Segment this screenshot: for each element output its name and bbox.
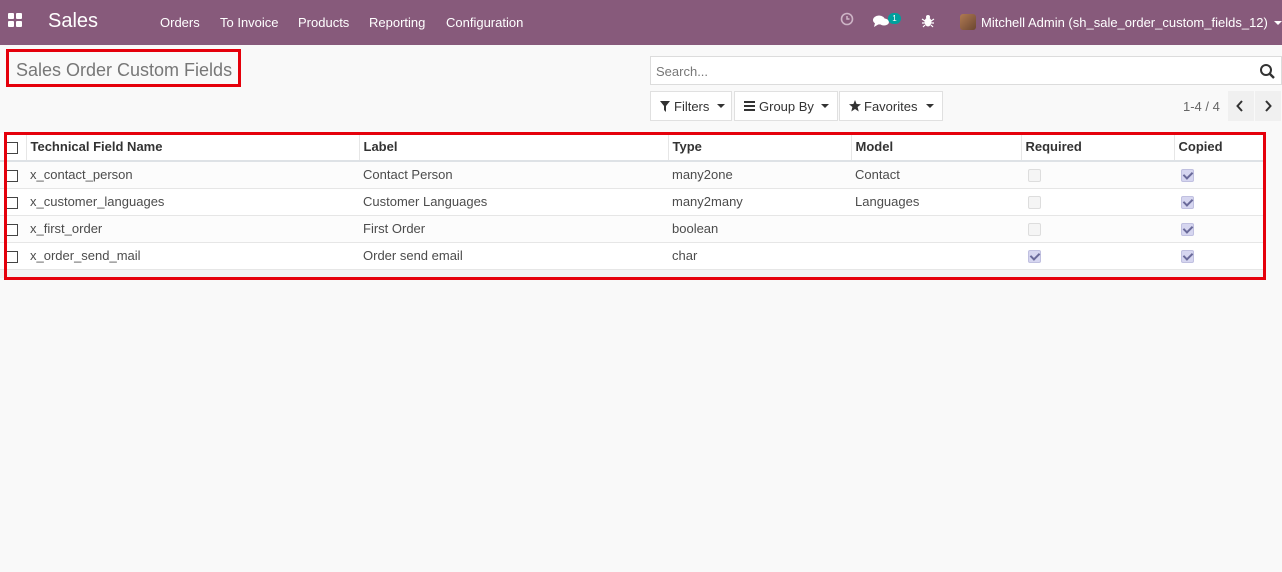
pager-previous-button[interactable] (1228, 91, 1254, 121)
group-by-label: Group By (759, 99, 814, 114)
chat-icon[interactable] (873, 14, 889, 31)
apps-icon[interactable] (8, 13, 24, 29)
group-by-caret-icon (821, 104, 829, 108)
chevron-right-icon (1265, 100, 1272, 112)
filters-label: Filters (674, 99, 710, 114)
menu-orders[interactable]: Orders (160, 15, 200, 30)
pager-next-button[interactable] (1255, 91, 1281, 121)
search-box (650, 56, 1282, 85)
filter-icon (660, 101, 670, 112)
filters-caret-icon (717, 104, 725, 108)
list-icon (744, 101, 755, 111)
favorites-label: Favorites (864, 99, 918, 114)
search-input[interactable] (656, 61, 1246, 81)
filters-button[interactable]: Filters (650, 91, 732, 121)
pager-value[interactable]: 1-4 / 4 (1183, 99, 1220, 114)
top-navbar: Sales Orders To Invoice Products Reporti… (0, 0, 1282, 45)
group-by-button[interactable]: Group By (734, 91, 838, 121)
chat-count-badge: 1 (888, 13, 901, 24)
menu-to-invoice[interactable]: To Invoice (220, 15, 279, 30)
page-title: Sales Order Custom Fields (16, 60, 233, 80)
menu-products[interactable]: Products (298, 15, 349, 30)
bug-icon[interactable] (921, 14, 935, 31)
clock-icon[interactable] (840, 12, 854, 29)
favorites-button[interactable]: Favorites (839, 91, 943, 121)
menu-configuration[interactable]: Configuration (446, 15, 523, 30)
chevron-down-icon[interactable] (1274, 21, 1282, 25)
control-panel: Sales Order Custom Fields Filters Group … (0, 45, 1282, 129)
highlight-box-table (4, 132, 1266, 280)
avatar[interactable] (960, 14, 976, 30)
app-brand[interactable]: Sales (48, 10, 98, 33)
search-icon[interactable] (1259, 63, 1277, 79)
star-icon (849, 100, 861, 112)
user-menu[interactable]: Mitchell Admin (sh_sale_order_custom_fie… (981, 15, 1268, 30)
chevron-left-icon (1236, 100, 1243, 112)
menu-reporting[interactable]: Reporting (369, 15, 425, 30)
favorites-caret-icon (926, 104, 934, 108)
